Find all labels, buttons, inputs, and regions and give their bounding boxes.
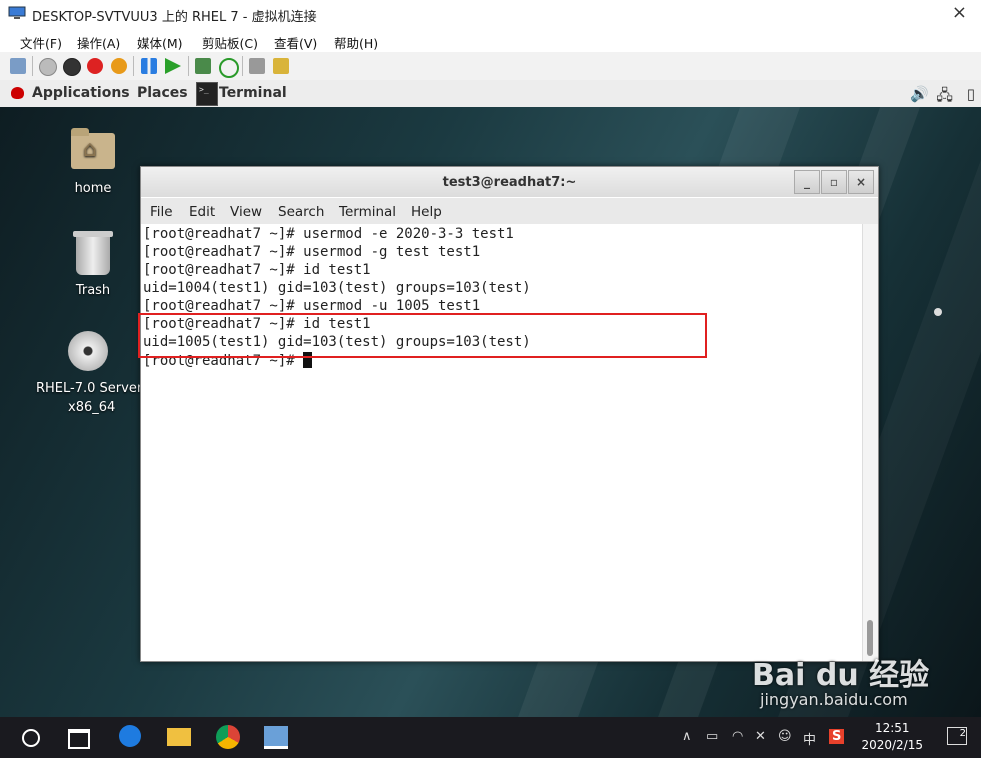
toolbar-separator bbox=[32, 56, 33, 76]
applications-menu[interactable]: Applications bbox=[32, 85, 130, 101]
terminal-app-icon[interactable] bbox=[196, 82, 218, 106]
share-icon[interactable] bbox=[273, 58, 289, 74]
tray-chevron-icon[interactable]: ∧ bbox=[682, 729, 692, 744]
desktop-icon-label: Trash bbox=[75, 283, 111, 298]
notification-count: 2 bbox=[959, 728, 966, 739]
terminal-menu-file[interactable]: File bbox=[150, 204, 173, 220]
vm-close-button[interactable]: × bbox=[952, 2, 967, 23]
vm-monitor-icon bbox=[8, 6, 26, 19]
tray-battery-icon[interactable]: ▭ bbox=[706, 729, 718, 744]
system-clock[interactable]: 12:51 2020/2/15 bbox=[861, 720, 923, 754]
desktop-icon-trash[interactable]: Trash bbox=[60, 231, 126, 298]
terminal-menu-terminal[interactable]: Terminal bbox=[339, 204, 396, 220]
vm-toolbar bbox=[0, 52, 981, 81]
places-menu[interactable]: Places bbox=[137, 85, 188, 101]
tray-app-icon[interactable]: ☺ bbox=[778, 729, 792, 744]
desktop-icon-label: RHEL-7.0 Server. bbox=[36, 381, 146, 396]
revert-icon[interactable] bbox=[219, 58, 239, 78]
shutdown-icon[interactable] bbox=[87, 58, 103, 74]
checkpoint-icon[interactable] bbox=[195, 58, 211, 74]
maximize-button[interactable]: ▫ bbox=[821, 170, 847, 194]
terminal-scrollbar[interactable] bbox=[862, 224, 878, 661]
clock-time: 12:51 bbox=[874, 721, 910, 735]
terminal-app-menu[interactable]: Terminal bbox=[219, 85, 287, 101]
terminal-line: uid=1004(test1) gid=103(test) groups=103… bbox=[143, 280, 531, 296]
terminal-titlebar[interactable]: test3@readhat7:~ _ ▫ × bbox=[141, 167, 878, 197]
terminal-menu-help[interactable]: Help bbox=[411, 204, 442, 220]
desktop-icon-label: home bbox=[74, 181, 112, 196]
start-icon[interactable] bbox=[39, 58, 57, 76]
toolbar-separator bbox=[188, 56, 189, 76]
gnome-top-bar: Applications Places Terminal 🔊 🖧 ▯ bbox=[0, 80, 981, 108]
desktop-icon-label-line2: x86_64 bbox=[68, 400, 116, 415]
edge-browser-icon[interactable] bbox=[119, 725, 141, 747]
vm-menubar: 文件(F) 操作(A) 媒体(M) 剪贴板(C) 查看(V) 帮助(H) bbox=[0, 28, 981, 52]
toolbar-separator bbox=[133, 56, 134, 76]
start-button-icon[interactable] bbox=[22, 729, 40, 747]
terminal-menu-search[interactable]: Search bbox=[278, 204, 324, 220]
close-button[interactable]: × bbox=[848, 170, 874, 194]
resume-icon[interactable] bbox=[165, 58, 181, 74]
turn-off-icon[interactable] bbox=[63, 58, 81, 76]
vm-window-titlebar: DESKTOP-SVTVUU3 上的 RHEL 7 - 虚拟机连接 × bbox=[0, 0, 981, 28]
terminal-line: [root@readhat7 ~]# usermod -u 1005 test1 bbox=[143, 298, 481, 314]
vm-menu-media[interactable]: 媒体(M) bbox=[137, 33, 183, 52]
ime-indicator[interactable]: 中 bbox=[803, 729, 816, 748]
terminal-line: [root@readhat7 ~]# id test1 bbox=[143, 262, 371, 278]
trash-icon bbox=[73, 231, 113, 275]
clock-date: 2020/2/15 bbox=[861, 738, 923, 752]
vm-menu-action[interactable]: 操作(A) bbox=[77, 33, 120, 52]
dvd-icon bbox=[68, 331, 108, 371]
terminal-output[interactable]: [root@readhat7 ~]# usermod -e 2020-3-3 t… bbox=[141, 224, 863, 661]
vm-menu-view[interactable]: 查看(V) bbox=[274, 33, 317, 52]
ctrl-alt-del-icon[interactable] bbox=[10, 58, 26, 74]
home-folder-icon bbox=[71, 128, 115, 169]
terminal-line: [root@readhat7 ~]# usermod -g test test1 bbox=[143, 244, 481, 260]
minimize-button[interactable]: _ bbox=[794, 170, 820, 194]
pause-icon[interactable] bbox=[141, 58, 157, 74]
vm-window-title: DESKTOP-SVTVUU3 上的 RHEL 7 - 虚拟机连接 bbox=[32, 10, 317, 25]
task-view-icon[interactable] bbox=[68, 729, 90, 749]
highlight-annotation-box bbox=[138, 313, 707, 358]
file-explorer-icon[interactable] bbox=[167, 728, 191, 746]
terminal-window[interactable]: test3@readhat7:~ _ ▫ × File Edit View Sear… bbox=[140, 166, 879, 662]
vm-menu-file[interactable]: 文件(F) bbox=[20, 33, 62, 52]
volume-icon[interactable]: 🔊 bbox=[910, 85, 929, 103]
chrome-browser-icon[interactable] bbox=[216, 725, 240, 749]
toolbar-separator bbox=[242, 56, 243, 76]
terminal-title: test3@readhat7:~ bbox=[442, 175, 577, 190]
vm-menu-clipboard[interactable]: 剪贴板(C) bbox=[202, 33, 258, 52]
terminal-menubar: File Edit View Search Terminal Help bbox=[141, 198, 878, 224]
redhat-logo-icon bbox=[11, 87, 24, 99]
terminal-menu-view[interactable]: View bbox=[230, 204, 262, 220]
save-state-icon[interactable] bbox=[111, 58, 127, 74]
window-controls: _ ▫ × bbox=[793, 170, 874, 194]
desktop-icon-home[interactable]: home bbox=[60, 128, 126, 196]
baidu-watermark-url: jingyan.baidu.com bbox=[760, 690, 908, 709]
terminal-line: [root@readhat7 ~]# usermod -e 2020-3-3 t… bbox=[143, 226, 514, 242]
baidu-watermark: Bai du 经验 bbox=[752, 658, 930, 693]
vm-menu-help[interactable]: 帮助(H) bbox=[334, 33, 378, 52]
desktop-icon-dvd[interactable]: RHEL-7.0 Server. x86_64 bbox=[28, 331, 148, 415]
notification-center-icon[interactable]: 2 bbox=[947, 727, 967, 745]
tray-wifi-icon[interactable]: ◠ bbox=[732, 729, 743, 744]
wallpaper-dot bbox=[934, 308, 942, 316]
hyperv-connection-icon[interactable] bbox=[264, 726, 288, 749]
sogou-ime-icon[interactable]: S bbox=[829, 729, 845, 744]
terminal-menu-edit[interactable]: Edit bbox=[189, 204, 215, 220]
tray-mute-icon[interactable]: ✕ bbox=[755, 729, 766, 744]
enhanced-session-icon[interactable] bbox=[249, 58, 265, 74]
battery-icon[interactable]: ▯ bbox=[967, 85, 975, 103]
windows-taskbar: ∧ ▭ ◠ ✕ ☺ 中 S 12:51 2020/2/15 2 bbox=[0, 717, 981, 758]
